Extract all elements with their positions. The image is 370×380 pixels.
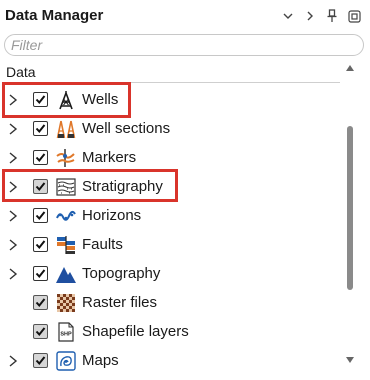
checkbox[interactable]: [33, 237, 48, 252]
chevron-right-icon[interactable]: [7, 180, 19, 194]
tree-item-label: Well sections: [82, 120, 171, 137]
checkbox[interactable]: [33, 353, 48, 368]
faults-icon: [57, 236, 75, 254]
chevron-right-icon[interactable]: [7, 93, 19, 107]
tree-item-raster-files[interactable]: Raster files: [0, 289, 340, 318]
chevron-right-icon[interactable]: [7, 151, 19, 165]
vertical-scrollbar[interactable]: [343, 60, 357, 375]
well-sections-icon: [56, 120, 76, 139]
tree-item-label: Maps: [82, 352, 119, 369]
topography-icon: [56, 267, 76, 283]
tree-item-label: Markers: [82, 149, 137, 166]
chevron-right-icon[interactable]: [7, 122, 19, 136]
chevron-right-icon[interactable]: [302, 8, 318, 24]
well-derrick-icon: [59, 91, 73, 110]
raster-files-icon: [57, 294, 75, 312]
tree-item-topography[interactable]: Topography: [0, 260, 340, 289]
horizons-icon: [56, 210, 76, 221]
maps-icon: [56, 351, 76, 371]
tree-item-wells[interactable]: Wells: [0, 86, 340, 115]
stratigraphy-icon: [56, 178, 76, 196]
checkbox[interactable]: [33, 295, 48, 310]
filter-input[interactable]: [4, 34, 364, 56]
restore-window-icon[interactable]: [346, 8, 362, 24]
tree-item-label: Topography: [82, 265, 161, 282]
checkbox[interactable]: [33, 179, 48, 194]
tree-item-well-sections[interactable]: Well sections: [0, 115, 340, 144]
scroll-down-icon[interactable]: [345, 356, 355, 364]
tree-column-header[interactable]: Data: [4, 62, 340, 83]
chevron-right-icon[interactable]: [7, 267, 19, 281]
markers-icon: [56, 149, 75, 167]
tree-item-faults[interactable]: Faults: [0, 231, 340, 260]
checkbox[interactable]: [33, 121, 48, 136]
tree-item-shapefile-layers[interactable]: SHP Shapefile layers: [0, 318, 340, 347]
tree-item-markers[interactable]: Markers: [0, 144, 340, 173]
scroll-up-icon[interactable]: [345, 64, 355, 72]
panel-title: Data Manager: [5, 7, 104, 24]
checkbox[interactable]: [33, 266, 48, 281]
tree-item-label: Horizons: [82, 207, 142, 224]
checkbox[interactable]: [33, 150, 48, 165]
chevron-down-icon[interactable]: [280, 8, 296, 24]
checkbox[interactable]: [33, 324, 48, 339]
scrollbar-thumb[interactable]: [347, 126, 353, 290]
tree-column-header-label: Data: [6, 64, 36, 80]
checkbox[interactable]: [33, 92, 48, 107]
pin-icon[interactable]: [324, 8, 340, 24]
tree-item-label: Raster files: [82, 294, 158, 311]
tree-item-horizons[interactable]: Horizons: [0, 202, 340, 231]
chevron-right-icon[interactable]: [7, 209, 19, 223]
checkbox[interactable]: [33, 208, 48, 223]
panel-titlebar: Data Manager: [0, 0, 370, 32]
tree-item-label: Faults: [82, 236, 123, 253]
tree-item-label: Shapefile layers: [82, 323, 189, 340]
tree-item-label: Wells: [82, 91, 119, 108]
chevron-right-icon[interactable]: [7, 354, 19, 368]
shapefile-icon-text: SHP: [60, 332, 72, 338]
tree-item-label: Stratigraphy: [82, 178, 163, 195]
panel-title-buttons: [280, 8, 362, 24]
shapefile-icon: SHP: [58, 322, 74, 342]
tree-item-stratigraphy[interactable]: Stratigraphy: [0, 173, 340, 202]
tree-item-maps[interactable]: Maps: [0, 347, 340, 376]
chevron-right-icon[interactable]: [7, 238, 19, 252]
